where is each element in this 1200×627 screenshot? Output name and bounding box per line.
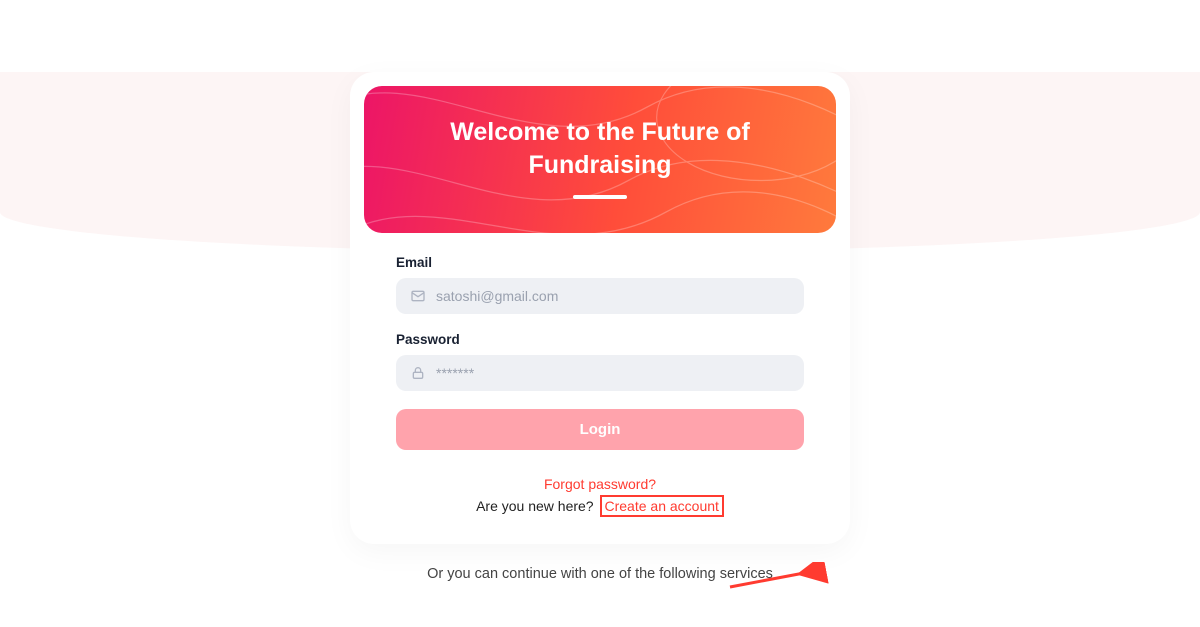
email-label: Email xyxy=(396,255,804,270)
login-button[interactable]: Login xyxy=(396,409,804,450)
email-input[interactable] xyxy=(436,288,790,304)
new-here-row: Are you new here? Create an account xyxy=(396,498,804,514)
hero-underline xyxy=(573,195,627,199)
password-input-wrap[interactable] xyxy=(396,355,804,391)
mail-icon xyxy=(410,288,426,304)
links-section: Forgot password? Are you new here? Creat… xyxy=(396,476,804,514)
login-form: Email Password Login Forgot password xyxy=(364,233,836,514)
lock-icon xyxy=(410,365,426,381)
hero-banner: Welcome to the Future of Fundraising xyxy=(364,86,836,233)
forgot-password-link[interactable]: Forgot password? xyxy=(544,476,656,492)
new-here-text: Are you new here? xyxy=(476,498,594,514)
create-account-link[interactable]: Create an account xyxy=(600,495,724,517)
hero-title: Welcome to the Future of Fundraising xyxy=(388,116,812,181)
password-input[interactable] xyxy=(436,365,790,381)
or-continue-text: Or you can continue with one of the foll… xyxy=(0,566,1200,582)
email-input-wrap[interactable] xyxy=(396,278,804,314)
password-label: Password xyxy=(396,332,804,347)
login-card: Welcome to the Future of Fundraising Ema… xyxy=(350,72,850,544)
